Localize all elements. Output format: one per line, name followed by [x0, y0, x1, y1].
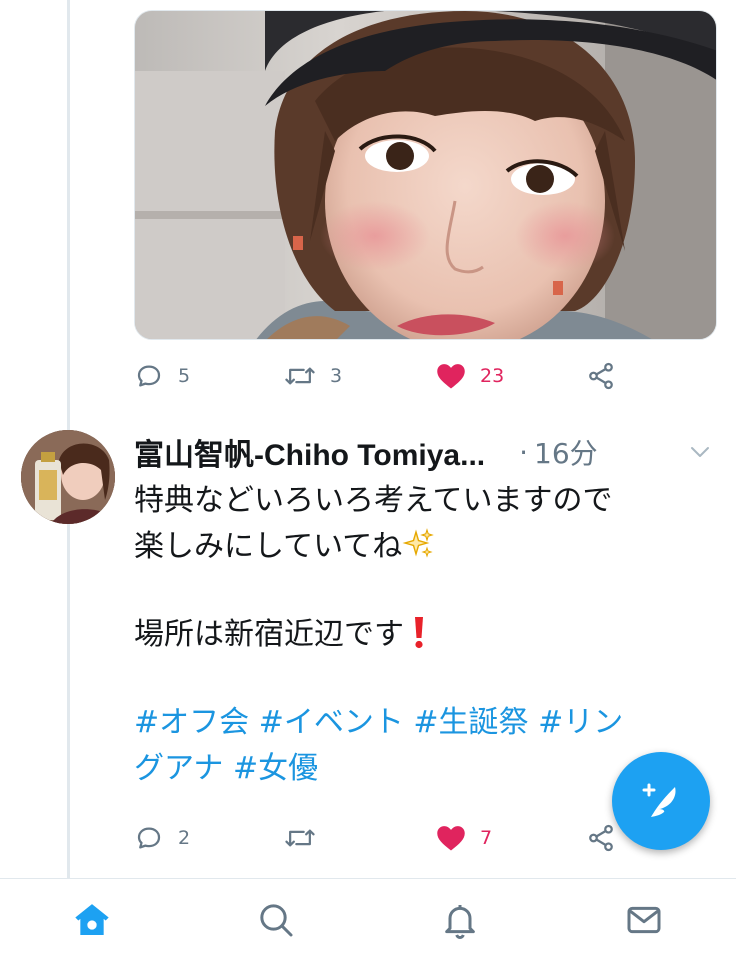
home-icon: [75, 903, 109, 935]
heart-icon: [437, 826, 465, 851]
text-line-with-emoji: 楽しみにしていてね: [134, 524, 724, 570]
hashtag-link[interactable]: #リン: [538, 705, 623, 740]
retweet-button[interactable]: 3: [284, 356, 342, 396]
like-button[interactable]: 23: [436, 356, 504, 396]
hashtag-line: #オフ会 #イベント #生誕祭 #リン: [134, 700, 724, 746]
feather-plus-icon: [642, 783, 676, 817]
bell-icon: [445, 904, 475, 939]
sparkles-icon: [402, 528, 435, 558]
tweet-time[interactable]: 16分: [534, 432, 598, 472]
text-line: 場所は新宿近辺です: [134, 617, 404, 652]
media-tweet-actions: 5 3 23: [134, 356, 634, 396]
nav-messages[interactable]: [552, 879, 736, 960]
hashtag-link[interactable]: #イベント: [259, 705, 404, 740]
speech-bubble-icon: [137, 827, 161, 849]
share-button[interactable]: [586, 818, 616, 858]
compose-tweet-button[interactable]: [612, 752, 710, 850]
exclamation-icon: [415, 617, 423, 649]
tweet-text: 特典などいろいろ考えていますので 楽しみにしていてね 場所は新宿近辺です #オフ…: [134, 478, 724, 792]
avatar[interactable]: [21, 430, 115, 524]
retweet-arrows-icon: [285, 367, 315, 385]
hashtag-link[interactable]: #女優: [233, 751, 318, 786]
nav-search[interactable]: [184, 879, 368, 960]
nav-notifications[interactable]: [368, 879, 552, 960]
text-line: 楽しみにしていてね: [134, 529, 403, 564]
heart-icon: [437, 364, 465, 389]
reply-count: 5: [178, 365, 191, 387]
share-nodes-icon: [589, 362, 613, 390]
reply-button[interactable]: 5: [134, 356, 190, 396]
separator-dot: ·: [519, 435, 529, 469]
chevron-down-icon[interactable]: [688, 440, 712, 464]
share-nodes-icon: [589, 824, 613, 852]
retweet-arrows-icon: [285, 829, 315, 847]
reply-count: 2: [178, 827, 191, 849]
retweet-button[interactable]: [284, 818, 330, 858]
share-button[interactable]: [586, 356, 616, 396]
hashtag-link[interactable]: #生誕祭: [413, 705, 528, 740]
reply-button[interactable]: 2: [134, 818, 190, 858]
like-count: 23: [480, 365, 505, 387]
like-count: 7: [480, 827, 493, 849]
tweet-actions: 2 7: [134, 818, 634, 858]
hashtag-link[interactable]: #オフ会: [134, 705, 249, 740]
text-line: 特典などいろいろ考えていますので: [134, 483, 613, 518]
like-button[interactable]: 7: [436, 818, 492, 858]
retweet-count: 3: [330, 365, 343, 387]
selfie-photo: [135, 11, 716, 339]
speech-bubble-icon: [137, 365, 161, 387]
bottom-nav: [0, 878, 736, 960]
avatar-photo: [21, 430, 115, 524]
display-name[interactable]: 富山智帆-Chiho Tomiya...: [134, 430, 485, 474]
tweet-header: 富山智帆-Chiho Tomiya... · 16分: [134, 430, 724, 474]
envelope-icon: [627, 906, 661, 933]
search-icon: [260, 903, 293, 936]
nav-home[interactable]: [0, 879, 184, 960]
text-line-with-emoji: 場所は新宿近辺です: [134, 612, 724, 658]
hashtag-link[interactable]: グアナ: [134, 751, 223, 786]
tweet-photo[interactable]: [134, 10, 717, 340]
